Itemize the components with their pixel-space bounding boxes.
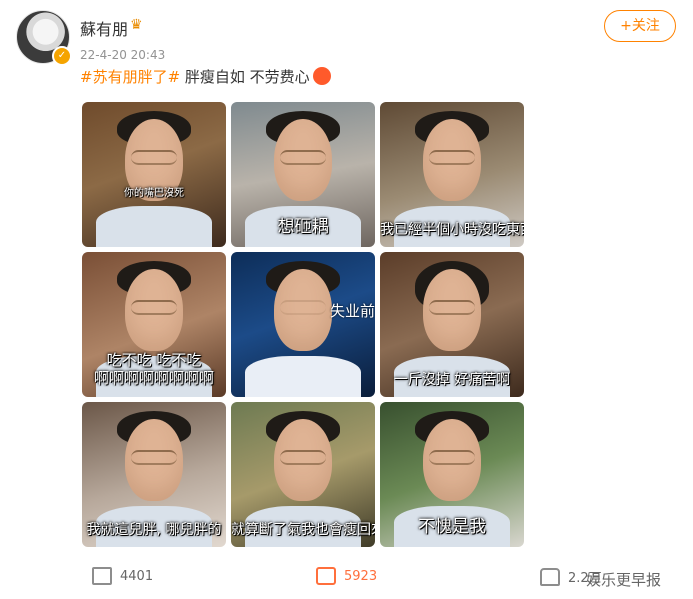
comment-count: 5923	[344, 568, 378, 584]
image-grid: 你的嘴巴沒死 想砸耦 我已經半個小時沒吃東西了 吃不吃 吃不吃 啊啊啊啊啊啊啊啊…	[82, 102, 524, 547]
watermark: 娱乐更早报	[586, 571, 662, 589]
angry-emoji-icon	[312, 67, 331, 85]
follow-button[interactable]: +关注	[604, 10, 676, 42]
glasses-icon	[428, 149, 476, 166]
image-caption: 想砸耦	[277, 217, 329, 237]
image-8[interactable]: 就算斷了氣我也會瘦回來的	[231, 402, 375, 547]
thumbs-up-icon	[540, 567, 560, 586]
hashtag-link[interactable]: #苏有朋胖了#	[80, 68, 180, 86]
repost-count: 4401	[120, 568, 154, 584]
image-4[interactable]: 吃不吃 吃不吃 啊啊啊啊啊啊啊啊	[82, 252, 226, 397]
image-caption: 我就這兒胖, 哪兒胖的	[86, 522, 222, 538]
image-3[interactable]: 我已經半個小時沒吃東西了	[380, 102, 524, 247]
image-5[interactable]: 失业前	[231, 252, 375, 397]
image-7[interactable]: 我就這兒胖, 哪兒胖的	[82, 402, 226, 547]
comment-icon	[316, 567, 336, 585]
glasses-icon	[428, 449, 476, 466]
image-2[interactable]: 想砸耦	[231, 102, 375, 247]
glasses-icon	[428, 299, 476, 316]
image-caption: 吃不吃 吃不吃 啊啊啊啊啊啊啊啊	[93, 351, 214, 387]
shirt-shape	[96, 206, 212, 247]
repost-button[interactable]: 4401	[92, 567, 153, 585]
image-caption: 不愧是我	[418, 517, 486, 537]
glasses-icon	[130, 149, 178, 166]
image-side-text: 失业前	[329, 302, 375, 320]
glasses-icon	[279, 299, 327, 316]
comment-button[interactable]: 5923	[316, 567, 377, 585]
glasses-icon	[130, 299, 178, 316]
image-1[interactable]: 你的嘴巴沒死	[82, 102, 226, 247]
post-text: #苏有朋胖了# 胖瘦自如 不劳费心	[80, 66, 331, 87]
crown-icon: ♛	[130, 17, 143, 33]
verified-badge-icon: ✓	[52, 46, 72, 66]
glasses-icon	[279, 149, 327, 166]
image-9[interactable]: 不愧是我	[380, 402, 524, 547]
image-caption: 你的嘴巴沒死	[124, 188, 184, 199]
username[interactable]: 蘇有朋	[80, 16, 128, 40]
glasses-icon	[130, 449, 178, 466]
post-text-body: 胖瘦自如 不劳费心	[180, 68, 310, 86]
timestamp[interactable]: 22-4-20 20:43	[80, 48, 165, 62]
image-caption: 就算斷了氣我也會瘦回來的	[231, 522, 375, 538]
glasses-icon	[279, 449, 327, 466]
shirt-shape	[245, 356, 361, 397]
image-caption: 一斤沒掉 好痛苦啊	[393, 372, 511, 388]
repost-icon	[92, 567, 112, 585]
image-caption: 我已經半個小時沒吃東西了	[380, 222, 524, 238]
image-6[interactable]: 一斤沒掉 好痛苦啊	[380, 252, 524, 397]
